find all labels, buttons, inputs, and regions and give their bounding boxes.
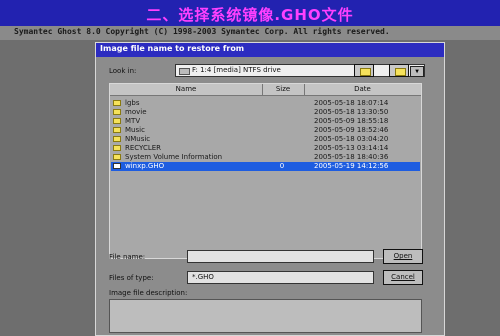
new-folder-icon [395, 68, 406, 76]
file-list[interactable]: Name Size Date lgbs 2005-05-18 18:07:14 … [109, 83, 422, 259]
folder-icon [113, 145, 121, 151]
folder-icon [113, 100, 121, 106]
column-size[interactable]: Size [262, 84, 305, 95]
dialog-title-bar: Image file name to restore from [96, 43, 444, 57]
restore-dialog: Image file name to restore from Look in:… [95, 42, 445, 336]
cancel-button[interactable]: Cancel [383, 270, 423, 285]
list-item[interactable]: System Volume Information 2005-05-18 18:… [111, 153, 420, 162]
folder-icon [113, 154, 121, 160]
drive-icon [179, 68, 190, 75]
app-title-text: Symantec Ghost 8.0 Copyright (C) 1998-20… [14, 27, 390, 36]
new-folder-button[interactable] [389, 64, 409, 77]
chevron-down-icon[interactable]: ▼ [410, 66, 424, 77]
list-item[interactable]: NMusic 2005-05-18 03:04:20 [111, 135, 420, 144]
column-name[interactable]: Name [110, 84, 263, 95]
file-name-label: File name: [109, 253, 146, 261]
folder-icon [113, 109, 121, 115]
banner: 二、选择系统镜像.GHO文件 [0, 0, 500, 26]
list-item[interactable]: movie 2005-05-18 13:30:50 [111, 108, 420, 117]
list-item[interactable]: lgbs 2005-05-18 18:07:14 [111, 99, 420, 108]
folder-icon [113, 136, 121, 142]
file-list-header: Name Size Date [110, 84, 421, 96]
column-date[interactable]: Date [304, 84, 421, 95]
ghost-title-bar: Symantec Ghost 8.0 Copyright (C) 1998-20… [0, 26, 500, 41]
dialog-title: Image file name to restore from [100, 44, 245, 53]
folder-icon [113, 127, 121, 133]
image-description-box [109, 299, 422, 333]
open-button[interactable]: Open [383, 249, 423, 264]
list-item[interactable]: RECYCLER 2005-05-13 03:14:14 [111, 144, 420, 153]
files-of-type-value: *.GHO [192, 273, 214, 281]
files-of-type-select[interactable]: *.GHO [187, 271, 374, 284]
list-item-selected[interactable]: winxp.GHO 0 2005-05-19 14:12:56 [111, 162, 420, 171]
look-in-value: F: 1:4 [media] NTFS drive [192, 66, 281, 74]
look-in-label: Look in: [109, 67, 137, 75]
image-description-label: Image file description: [109, 289, 188, 297]
up-folder-button[interactable] [354, 64, 374, 77]
folder-icon [113, 118, 121, 124]
banner-title: 二、选择系统镜像.GHO文件 [146, 6, 354, 24]
files-of-type-label: Files of type: [109, 274, 154, 282]
folder-up-icon [360, 68, 371, 76]
file-icon [113, 163, 121, 169]
file-name-input[interactable] [187, 250, 374, 263]
look-in-select[interactable]: F: 1:4 [media] NTFS drive ▼ [175, 64, 425, 77]
list-item[interactable]: Music 2005-05-09 18:52:46 [111, 126, 420, 135]
list-item[interactable]: MTV 2005-05-09 18:55:18 [111, 117, 420, 126]
